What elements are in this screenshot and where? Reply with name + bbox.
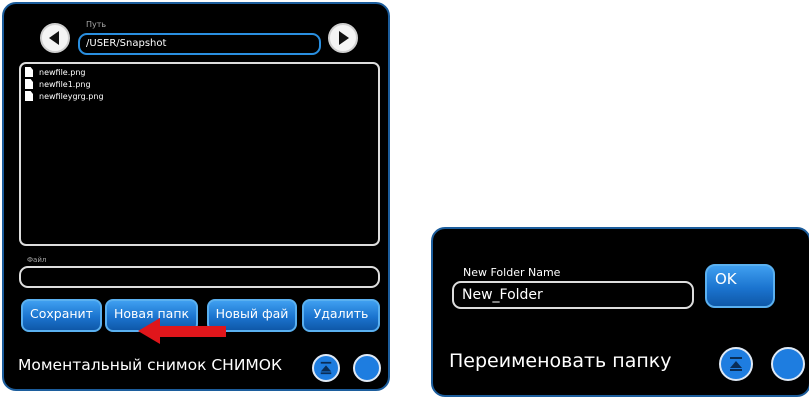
file-icon bbox=[25, 91, 33, 101]
path-label: Путь bbox=[86, 20, 107, 29]
back-button[interactable] bbox=[40, 23, 70, 53]
path-input[interactable]: /USER/Snapshot bbox=[78, 33, 321, 55]
eject-button[interactable] bbox=[719, 347, 753, 381]
eject-button[interactable] bbox=[312, 354, 340, 382]
list-item[interactable]: newfile.png bbox=[25, 66, 374, 78]
eject-icon bbox=[320, 361, 332, 375]
rename-folder-title: Переименовать папку bbox=[449, 350, 672, 372]
file-name: newfileygrg.png bbox=[39, 91, 104, 101]
new-folder-label: New Folder Name bbox=[463, 266, 561, 279]
file-name-input[interactable] bbox=[19, 266, 380, 288]
red-arrow-annotation bbox=[138, 318, 226, 344]
save-button[interactable]: Сохранит bbox=[21, 299, 102, 332]
file-icon bbox=[25, 67, 33, 77]
list-item[interactable]: newfile1.png bbox=[25, 78, 374, 90]
forward-button[interactable] bbox=[328, 23, 358, 53]
file-name: newfile1.png bbox=[39, 79, 91, 89]
file-list[interactable]: newfile.png newfile1.png newfileygrg.png bbox=[19, 62, 380, 246]
arrow-left-icon bbox=[49, 31, 59, 45]
eject-icon bbox=[730, 357, 742, 371]
file-name: newfile.png bbox=[39, 67, 86, 77]
file-icon bbox=[25, 79, 33, 89]
file-label: Файл bbox=[27, 256, 47, 264]
new-folder-input[interactable]: New_Folder bbox=[452, 281, 694, 309]
arrow-right-icon bbox=[339, 31, 349, 45]
ok-button[interactable]: OK bbox=[705, 264, 775, 308]
list-item[interactable]: newfileygrg.png bbox=[25, 90, 374, 102]
dialog-title: Моментальный снимок СНИМОК bbox=[18, 356, 283, 374]
delete-button[interactable]: Удалить bbox=[302, 299, 380, 332]
circle-button[interactable] bbox=[353, 354, 381, 382]
circle-button[interactable] bbox=[771, 347, 805, 381]
